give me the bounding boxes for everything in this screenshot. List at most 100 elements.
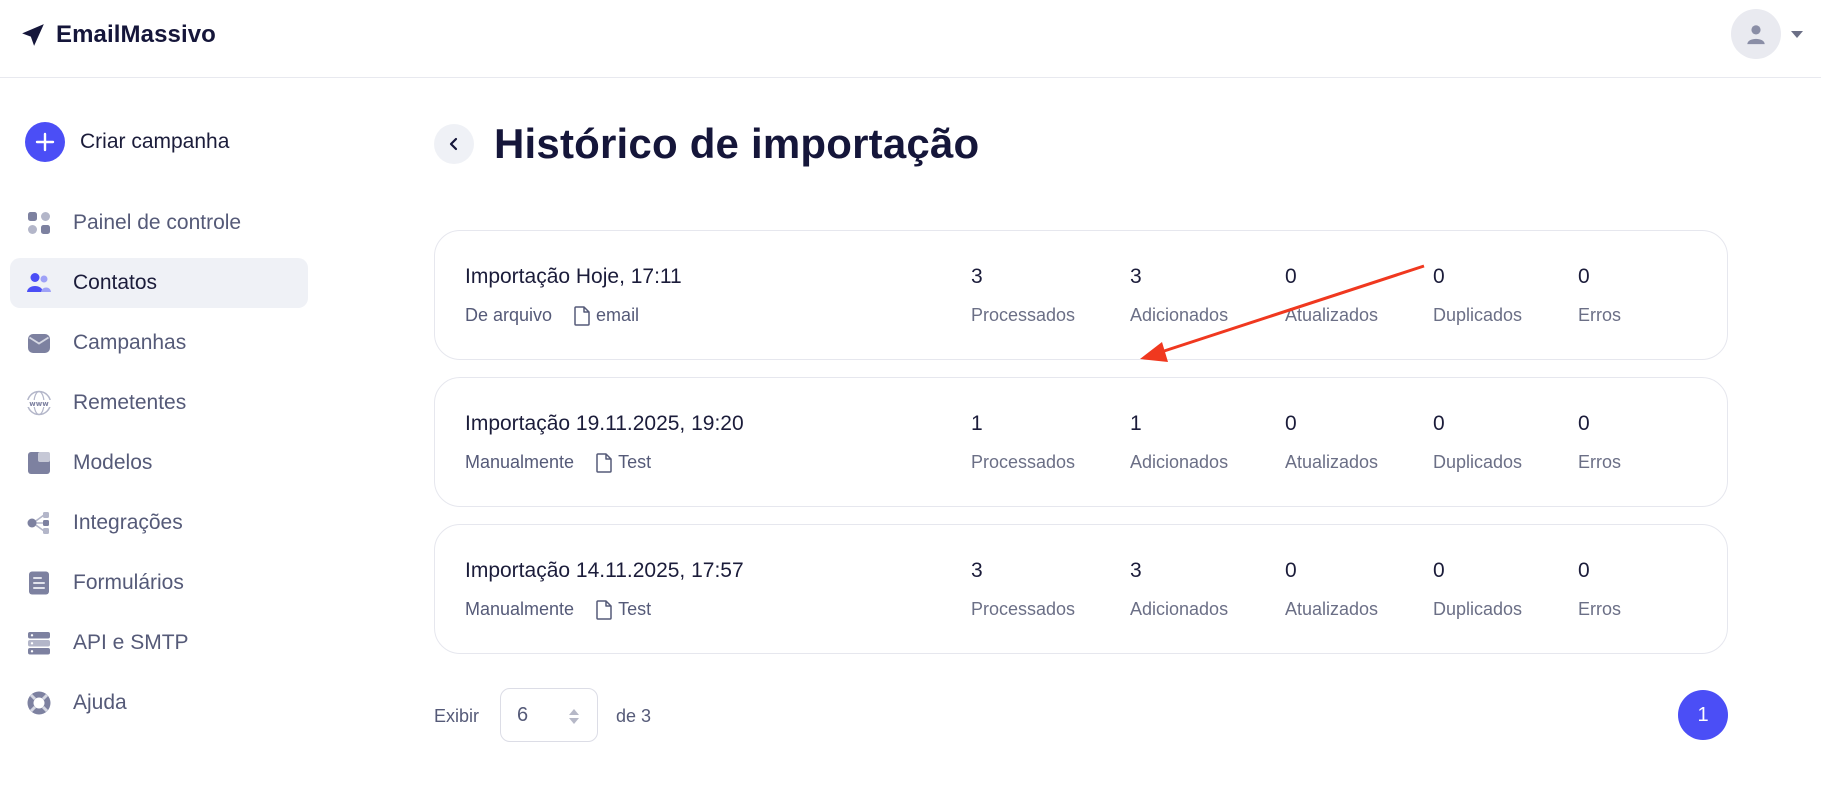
stat-duplicates: 0 Duplicados	[1433, 265, 1522, 326]
sidebar-item-integrations[interactable]: Integrações	[10, 498, 308, 548]
sidebar-item-label: Remetentes	[73, 391, 187, 414]
import-card[interactable]: Importação 14.11.2025, 17:57 Manualmente…	[434, 524, 1728, 654]
stat-label: Processados	[971, 452, 1076, 472]
import-title: Importação 14.11.2025, 17:57	[465, 559, 744, 582]
paper-plane-icon	[22, 24, 44, 46]
stat-value: 0	[1433, 265, 1445, 288]
file-icon	[596, 452, 612, 473]
sidebar-item-forms[interactable]: Formulários	[10, 558, 308, 608]
import-source: Manualmente	[465, 452, 575, 472]
stat-added: 3 Adicionados	[1130, 559, 1228, 620]
campaigns-icon	[26, 330, 52, 356]
sidebar-nav: Painel de controle Contatos Campanhas ww…	[10, 198, 308, 738]
dashboard-icon	[26, 210, 52, 236]
stat-label: Duplicados	[1433, 305, 1523, 325]
top-bar: EmailMassivo	[0, 0, 1821, 78]
stat-errors: 0 Erros	[1578, 559, 1621, 620]
import-title: Importação 19.11.2025, 19:20	[465, 412, 744, 435]
per-page-label: Exibir	[434, 706, 480, 726]
create-campaign-button[interactable]: Criar campanha	[25, 122, 229, 162]
sidebar-item-campaigns[interactable]: Campanhas	[10, 318, 308, 368]
stat-duplicates: 0 Duplicados	[1433, 559, 1522, 620]
plus-icon	[25, 122, 65, 162]
stat-processed: 3 Processados	[971, 559, 1075, 620]
sidebar-item-label: Formulários	[73, 571, 184, 594]
page-button-current[interactable]: 1	[1678, 690, 1728, 740]
stat-label: Adicionados	[1130, 452, 1229, 472]
per-page-select[interactable]: 6	[500, 688, 598, 742]
stat-label: Erros	[1578, 452, 1622, 472]
import-file-name: Test	[618, 452, 652, 472]
sidebar-item-label: Ajuda	[73, 691, 127, 714]
sidebar-item-label: Campanhas	[73, 331, 187, 354]
sidebar-item-senders[interactable]: www Remetentes	[10, 378, 308, 428]
stat-label: Erros	[1578, 305, 1622, 325]
page-header: Histórico de importação	[434, 120, 979, 168]
stat-added: 1 Adicionados	[1130, 412, 1228, 473]
help-icon	[26, 690, 52, 716]
stat-label: Atualizados	[1285, 599, 1379, 619]
brand-logo[interactable]: EmailMassivo	[20, 21, 216, 49]
brand-name: EmailMassivo	[56, 21, 216, 48]
stat-label: Processados	[971, 305, 1076, 325]
sidebar-item-contacts[interactable]: Contatos	[10, 258, 308, 308]
stat-errors: 0 Erros	[1578, 265, 1621, 326]
forms-icon	[26, 570, 52, 596]
stat-value: 0	[1285, 559, 1297, 582]
back-button[interactable]	[434, 124, 474, 164]
page-title: Histórico de importação	[494, 120, 980, 167]
sidebar-item-label: Contatos	[73, 271, 158, 294]
user-menu[interactable]	[1731, 9, 1803, 59]
contacts-icon	[26, 270, 52, 296]
sidebar-item-templates[interactable]: Modelos	[10, 438, 308, 488]
import-card[interactable]: Importação 19.11.2025, 19:20 Manualmente…	[434, 377, 1728, 507]
stat-value: 0	[1433, 412, 1445, 435]
stat-value: 0	[1285, 412, 1297, 435]
avatar[interactable]	[1731, 9, 1781, 59]
import-source: Manualmente	[465, 599, 575, 619]
chevron-down-icon[interactable]	[1791, 30, 1803, 38]
import-source: De arquivo	[465, 305, 553, 325]
sidebar-item-label: Integrações	[73, 511, 183, 534]
stat-value: 1	[1130, 412, 1142, 435]
integrations-icon	[26, 510, 52, 536]
annotation-arrow-icon	[1140, 264, 1425, 362]
sidebar-item-api-smtp[interactable]: API e SMTP	[10, 618, 308, 668]
import-title: Importação Hoje, 17:11	[465, 265, 682, 288]
chevron-left-icon	[449, 137, 458, 151]
stat-value: 0	[1578, 412, 1590, 435]
import-file: email	[574, 305, 639, 326]
create-campaign-label: Criar campanha	[80, 130, 230, 153]
stat-duplicates: 0 Duplicados	[1433, 412, 1522, 473]
www-icon: www	[26, 390, 52, 416]
sidebar-item-label: Modelos	[73, 451, 153, 474]
stat-value: 0	[1433, 559, 1445, 582]
user-icon	[1747, 25, 1765, 45]
sidebar-item-help[interactable]: Ajuda	[10, 678, 308, 728]
stat-value: 3	[971, 265, 983, 288]
sidebar-item-label: API e SMTP	[73, 631, 189, 654]
total-label: de 3	[616, 706, 652, 726]
import-meta: Manualmente Test	[465, 599, 651, 620]
stat-value: 0	[1578, 559, 1590, 582]
stat-processed: 3 Processados	[971, 265, 1075, 326]
stat-label: Adicionados	[1130, 599, 1229, 619]
server-icon	[26, 630, 52, 656]
pagination-bar: Exibir 6 de 3 1	[434, 688, 1728, 744]
import-file: Test	[596, 599, 651, 620]
sidebar-item-dashboard[interactable]: Painel de controle	[10, 198, 308, 248]
sidebar-item-label: Painel de controle	[73, 211, 242, 234]
stat-label: Processados	[971, 599, 1076, 619]
per-page-value: 6	[517, 704, 529, 726]
stat-label: Duplicados	[1433, 452, 1523, 472]
file-icon	[574, 305, 590, 326]
import-file-name: Test	[618, 599, 652, 619]
stat-errors: 0 Erros	[1578, 412, 1621, 473]
templates-icon	[26, 450, 52, 476]
import-card[interactable]: Importação Hoje, 17:11 De arquivo email …	[434, 230, 1728, 360]
svg-text:www: www	[29, 400, 49, 408]
stat-value: 3	[1130, 559, 1142, 582]
sidebar: Criar campanha Painel de controle Contat…	[0, 78, 320, 804]
sort-arrows-icon	[569, 709, 579, 724]
stat-label: Duplicados	[1433, 599, 1523, 619]
